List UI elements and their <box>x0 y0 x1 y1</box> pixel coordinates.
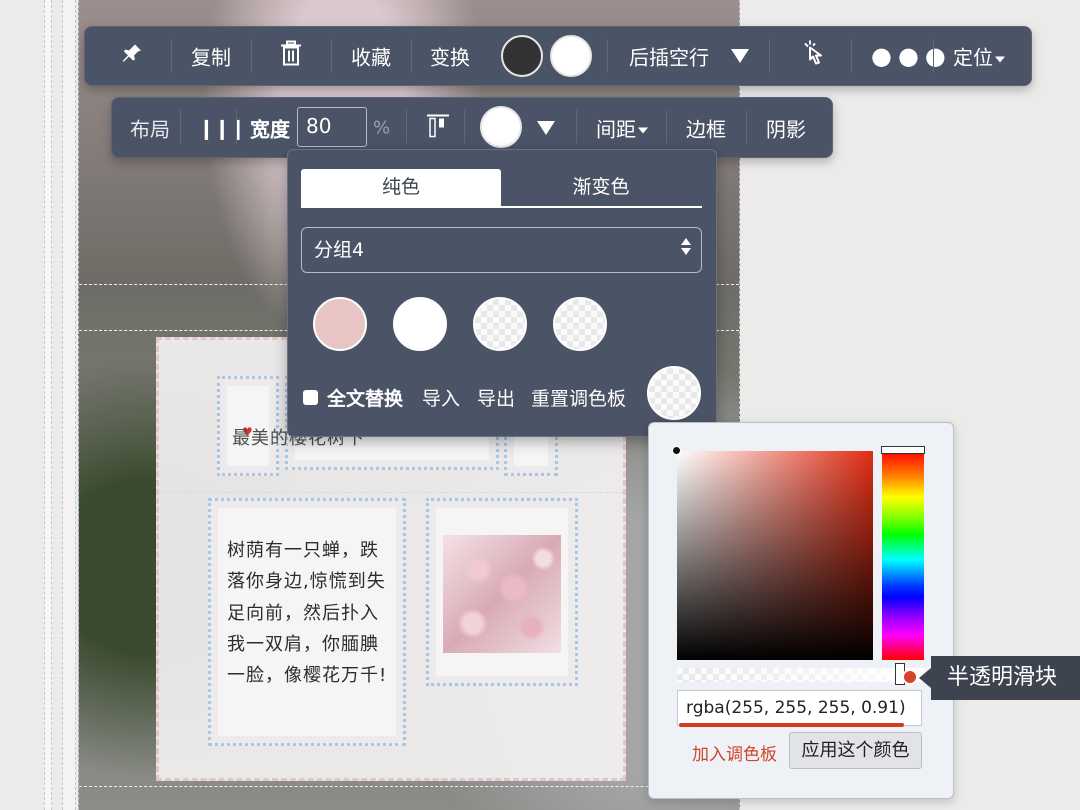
saturation-value-area[interactable] <box>677 451 873 660</box>
spacing-label: 间距 <box>596 117 636 141</box>
tab-underline <box>301 206 702 208</box>
color-picker: rgba(255, 255, 255, 0.91) 加入调色板 应用这个颜色 <box>648 422 954 799</box>
section-divider <box>79 786 739 787</box>
width-input[interactable]: 80 <box>297 107 367 147</box>
chevron-down-icon <box>995 56 1005 62</box>
spacing-button[interactable]: 间距 <box>596 113 648 142</box>
layout-label[interactable]: 布局 <box>130 113 170 142</box>
chevron-down-icon <box>638 127 648 134</box>
rgba-input[interactable]: rgba(255, 255, 255, 0.91) <box>677 690 922 726</box>
hue-handle[interactable] <box>881 446 925 454</box>
highlight-underline <box>679 723 904 727</box>
tab-gradient[interactable]: 渐变色 <box>501 169 701 206</box>
light-color-swatch[interactable] <box>550 35 592 77</box>
copy-button[interactable]: 复制 <box>191 42 231 71</box>
width-unit: % <box>373 117 391 138</box>
pointer-click-icon[interactable] <box>801 40 827 73</box>
annotation-marker <box>902 669 918 685</box>
palette-swatch-translucent[interactable] <box>553 297 607 351</box>
columns-icon[interactable]: ❙❙❙ <box>198 116 246 140</box>
page-margin-left <box>44 0 52 810</box>
palette-swatch-white[interactable] <box>393 297 447 351</box>
replace-all-checkbox[interactable] <box>303 390 318 405</box>
palette-group-value: 分组4 <box>314 239 365 261</box>
shadow-button[interactable]: 阴影 <box>766 113 806 142</box>
card-divider <box>159 492 623 493</box>
saturation-cursor[interactable] <box>672 446 681 455</box>
page-margin-guide <box>62 0 76 810</box>
replace-all-label[interactable]: 全文替换 <box>327 384 403 411</box>
annotation-callout: 半透明滑块 <box>919 656 1080 700</box>
current-color-swatch[interactable] <box>647 366 701 420</box>
import-button[interactable]: 导入 <box>422 384 460 411</box>
reset-palette-button[interactable]: 重置调色板 <box>531 384 626 411</box>
position-button[interactable]: 定位 <box>953 42 1005 71</box>
cherry-blossom-photo[interactable] <box>443 535 561 653</box>
bg-color-dropdown-icon[interactable] <box>537 120 555 135</box>
poem-tile[interactable]: 树荫有一只蝉，跌落你身边,惊慌到失足向前，然后扑入我一双肩，你腼腆一脸，像樱花万… <box>208 498 406 746</box>
photo-tile[interactable] <box>426 498 578 686</box>
export-button[interactable]: 导出 <box>477 384 515 411</box>
insert-dropdown-icon[interactable] <box>731 49 749 63</box>
dark-color-swatch[interactable] <box>501 35 543 77</box>
hue-slider[interactable] <box>882 451 924 660</box>
main-toolbar: 复制 收藏 变换 后插空行 ●●● 定位 <box>84 26 1032 86</box>
palette-swatch-pink[interactable] <box>313 297 367 351</box>
insert-after-button[interactable]: 后插空行 <box>629 42 709 71</box>
color-palette-panel: 纯色 渐变色 分组4 全文替换 导入 导出 重置调色板 <box>287 149 717 437</box>
favorite-button[interactable]: 收藏 <box>351 42 391 71</box>
add-to-palette-link[interactable]: 加入调色板 <box>692 740 777 765</box>
apply-color-button[interactable]: 应用这个颜色 <box>789 732 922 769</box>
align-top-icon[interactable] <box>426 112 450 143</box>
poem-text[interactable]: 树荫有一只蝉，跌落你身边,惊慌到失足向前，然后扑入我一双肩，你腼腆一脸，像樱花万… <box>227 535 395 691</box>
pin-icon[interactable] <box>121 43 143 70</box>
tab-solid-color[interactable]: 纯色 <box>301 169 501 206</box>
more-dots-icon[interactable]: ●●● <box>871 42 952 70</box>
alpha-slider[interactable] <box>677 668 925 682</box>
palette-group-select[interactable]: 分组4 <box>301 227 702 273</box>
trash-icon[interactable] <box>279 40 303 72</box>
select-updown-icon <box>681 238 691 255</box>
position-label: 定位 <box>953 45 993 70</box>
background-color-swatch[interactable] <box>480 106 522 148</box>
transform-button[interactable]: 变换 <box>430 42 470 71</box>
border-button[interactable]: 边框 <box>686 113 726 142</box>
palette-swatch-translucent[interactable] <box>473 297 527 351</box>
width-label: 宽度 <box>250 117 290 141</box>
